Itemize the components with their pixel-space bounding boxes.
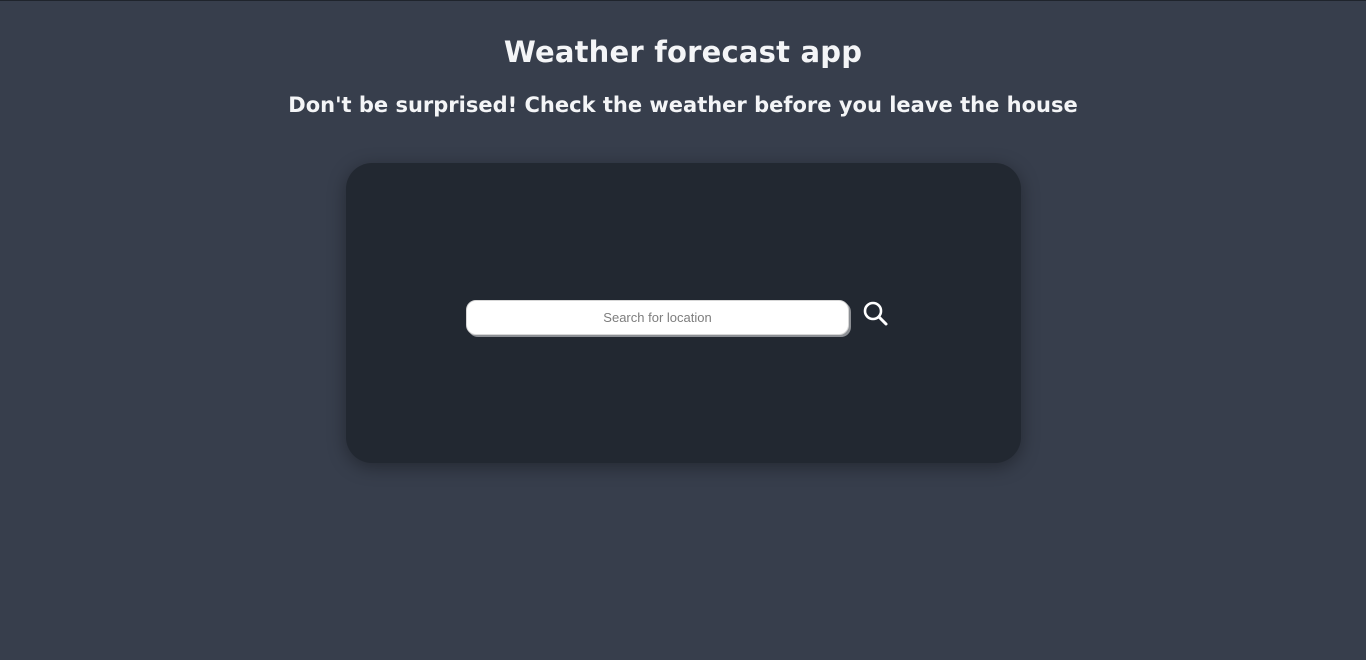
page-title: Weather forecast app	[503, 35, 863, 69]
page-subtitle: Don't be surprised! Check the weather be…	[288, 93, 1078, 117]
search-button[interactable]	[861, 299, 891, 329]
page: Weather forecast app Don't be surprised!…	[0, 0, 1366, 660]
search-card	[346, 163, 1021, 463]
search-input[interactable]	[466, 300, 849, 335]
search-icon	[861, 299, 891, 329]
